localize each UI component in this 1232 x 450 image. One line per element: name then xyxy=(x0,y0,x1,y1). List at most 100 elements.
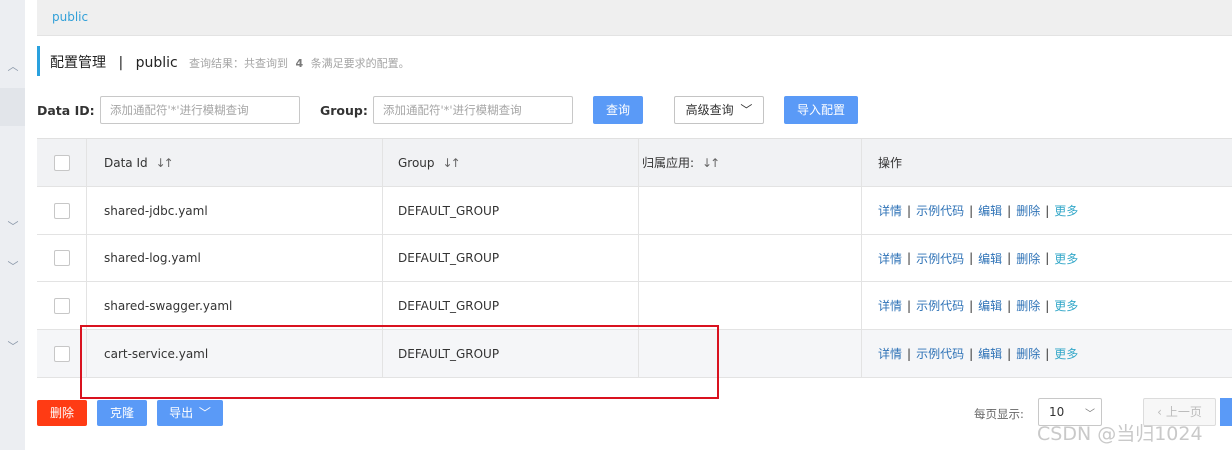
row-checkbox[interactable] xyxy=(53,345,70,362)
page-title: 配置管理 | public xyxy=(50,52,178,72)
sort-icon[interactable]: ↓↑ xyxy=(702,156,720,170)
action-separator: | xyxy=(907,251,912,265)
row-checkbox[interactable] xyxy=(53,202,70,219)
result-prefix: 查询结果：共查询到 xyxy=(189,57,288,70)
action-separator: | xyxy=(969,298,974,313)
page-size-label: 每页显示: xyxy=(974,407,1024,421)
header-dataid-label: Data Id xyxy=(104,155,148,170)
group-value: DEFAULT_GROUP xyxy=(398,346,500,361)
row-select-cell xyxy=(37,330,87,377)
detail-link[interactable]: 详情 xyxy=(878,297,902,314)
header-dataid[interactable]: Data Id ↓↑ xyxy=(87,139,383,186)
table-header-row: Data Id ↓↑ Group ↓↑ 归属应用: ↓↑ 操作 xyxy=(37,139,1232,187)
row-checkbox[interactable] xyxy=(53,297,70,314)
chevron-down-icon: ﹀ xyxy=(740,103,753,117)
left-sidebar: ︿ ﹀ ﹀ ﹀ xyxy=(0,0,25,450)
watermark: CSDN @当归1024 xyxy=(1037,423,1203,445)
more-link[interactable]: 更多 xyxy=(1054,202,1078,219)
title-separator: | xyxy=(118,55,124,71)
row-actions: 详情 | 示例代码 | 编辑 | 删除 | 更多 xyxy=(862,282,1232,329)
cell-group: DEFAULT_GROUP xyxy=(383,330,639,377)
batch-delete-button[interactable]: 删除 xyxy=(37,400,87,426)
header-actions-label: 操作 xyxy=(878,156,903,170)
cell-group: DEFAULT_GROUP xyxy=(383,235,639,281)
header-group-label: Group xyxy=(398,155,435,170)
detail-link[interactable]: 详情 xyxy=(878,345,902,362)
header-app[interactable]: 归属应用: ↓↑ xyxy=(639,139,862,186)
action-separator: | xyxy=(969,346,974,361)
cell-app xyxy=(639,282,862,329)
action-separator: | xyxy=(969,203,974,218)
namespace-bar: public xyxy=(37,0,1232,36)
header-group[interactable]: Group ↓↑ xyxy=(383,139,639,186)
more-link[interactable]: 更多 xyxy=(1054,345,1078,362)
next-page-button[interactable] xyxy=(1220,398,1232,426)
action-separator: | xyxy=(1007,346,1012,361)
sample-code-link[interactable]: 示例代码 xyxy=(916,250,964,267)
result-suffix: 条满足要求的配置。 xyxy=(310,57,410,70)
import-config-button[interactable]: 导入配置 xyxy=(784,96,858,124)
query-button[interactable]: 查询 xyxy=(593,96,643,124)
dataid-label: Data ID: xyxy=(37,103,95,118)
chevron-down-icon[interactable]: ﹀ xyxy=(6,220,20,234)
sample-code-link[interactable]: 示例代码 xyxy=(916,297,964,314)
delete-link[interactable]: 删除 xyxy=(1016,202,1040,219)
query-result-text: 查询结果：共查询到 4 条满足要求的配置。 xyxy=(189,55,410,71)
edit-link[interactable]: 编辑 xyxy=(978,297,1002,314)
table-row: shared-swagger.yaml DEFAULT_GROUP 详情 | 示例代… xyxy=(37,282,1232,330)
page-title-text: 配置管理 xyxy=(50,55,106,71)
chevron-up-icon[interactable]: ︿ xyxy=(6,60,20,74)
action-separator: | xyxy=(1007,203,1012,218)
detail-link[interactable]: 详情 xyxy=(878,202,902,219)
more-link[interactable]: 更多 xyxy=(1054,250,1078,267)
title-namespace: public xyxy=(135,55,178,71)
detail-link[interactable]: 详情 xyxy=(878,250,902,267)
sample-code-link[interactable]: 示例代码 xyxy=(916,202,964,219)
table-row: shared-log.yaml DEFAULT_GROUP 详情 | 示例代码 | 编辑… xyxy=(37,235,1232,282)
group-search-input[interactable] xyxy=(373,96,573,124)
more-link[interactable]: 更多 xyxy=(1054,297,1078,314)
edit-link[interactable]: 编辑 xyxy=(978,250,1002,267)
chevron-left-icon: ‹ xyxy=(1157,405,1162,419)
prev-page-label: 上一页 xyxy=(1165,405,1202,419)
cell-app xyxy=(639,330,862,377)
chevron-down-icon[interactable]: ﹀ xyxy=(6,340,20,354)
row-actions: 详情 | 示例代码 | 编辑 | 删除 | 更多 xyxy=(862,187,1232,234)
table-row: shared-jdbc.yaml DEFAULT_GROUP 详情 | 示例代码 | 编… xyxy=(37,187,1232,235)
header-app-label: 归属应用: xyxy=(642,156,695,170)
edit-link[interactable]: 编辑 xyxy=(978,202,1002,219)
table-row: cart-service.yaml DEFAULT_GROUP 详情 | 示例代码 |… xyxy=(37,330,1232,378)
dataid-search-input[interactable] xyxy=(100,96,300,124)
delete-link[interactable]: 删除 xyxy=(1016,297,1040,314)
dataid-value: shared-log.yaml xyxy=(104,251,201,265)
chevron-down-icon[interactable]: ﹀ xyxy=(6,260,20,274)
advanced-query-button[interactable]: 高级查询 ﹀ xyxy=(674,96,764,124)
sample-code-link[interactable]: 示例代码 xyxy=(916,345,964,362)
cell-dataid: shared-log.yaml xyxy=(87,235,383,281)
dataid-value: cart-service.yaml xyxy=(104,346,209,361)
row-select-cell xyxy=(37,187,87,234)
row-actions: 详情 | 示例代码 | 编辑 | 删除 | 更多 xyxy=(862,330,1232,377)
row-checkbox[interactable] xyxy=(53,250,70,266)
cell-app xyxy=(639,187,862,234)
group-value: DEFAULT_GROUP xyxy=(398,251,500,265)
clone-button[interactable]: 克隆 xyxy=(97,400,147,426)
delete-link[interactable]: 删除 xyxy=(1016,250,1040,267)
row-select-cell xyxy=(37,282,87,329)
cell-dataid: shared-swagger.yaml xyxy=(87,282,383,329)
action-separator: | xyxy=(1045,203,1050,218)
app-root: ︿ ﹀ ﹀ ﹀ public 配置管理 | public 查询结果：共查询到 4… xyxy=(0,0,1232,450)
select-all-cell xyxy=(37,139,87,186)
header-actions: 操作 xyxy=(862,139,1232,186)
namespace-tab-public[interactable]: public xyxy=(52,10,88,24)
result-count: 4 xyxy=(295,57,304,70)
delete-link[interactable]: 删除 xyxy=(1016,345,1040,362)
edit-link[interactable]: 编辑 xyxy=(978,345,1002,362)
sidebar-selected-item[interactable] xyxy=(0,88,25,126)
sort-icon[interactable]: ↓↑ xyxy=(156,156,174,170)
sort-icon[interactable]: ↓↑ xyxy=(443,156,461,170)
cell-group: DEFAULT_GROUP xyxy=(383,187,639,234)
select-all-checkbox[interactable] xyxy=(53,154,70,171)
dataid-value: shared-jdbc.yaml xyxy=(104,203,208,218)
export-button[interactable]: 导出 ﹀ xyxy=(157,400,223,426)
